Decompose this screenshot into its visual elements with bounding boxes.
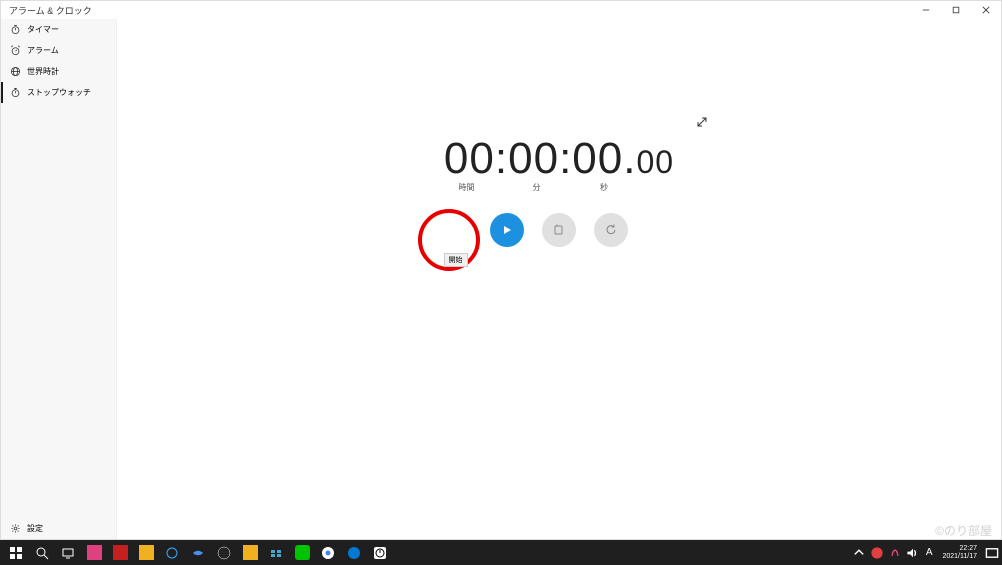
search-icon-tb[interactable] (29, 542, 55, 564)
system-tray: A 22:27 2021/11/17 (852, 545, 999, 560)
taskbar-app-12[interactable] (367, 542, 393, 564)
time-labels: 時間 分 秒 (432, 182, 687, 193)
taskbar-app-8[interactable] (263, 542, 289, 564)
taskbar-app-9[interactable] (289, 542, 315, 564)
sidebar: タイマー アラーム 世界時計 ストップウォッチ 設定 (1, 19, 117, 539)
world-clock-icon (9, 66, 21, 78)
start-button[interactable] (490, 213, 524, 247)
taskbar: A 22:27 2021/11/17 (0, 540, 1002, 565)
timer-icon (9, 24, 21, 36)
lap-button[interactable] (542, 213, 576, 247)
tray-chevron-icon[interactable] (852, 546, 866, 560)
sidebar-item-label: アラーム (27, 45, 59, 56)
sidebar-item-settings[interactable]: 設定 (1, 518, 116, 539)
sidebar-item-stopwatch[interactable]: ストップウォッチ (1, 82, 116, 103)
sidebar-item-label: ストップウォッチ (27, 87, 91, 98)
hours-value: 00 (444, 134, 495, 183)
taskbar-app-1[interactable] (81, 542, 107, 564)
minutes-value: 00 (508, 134, 559, 183)
stopwatch-icon (9, 87, 21, 99)
window-controls (911, 1, 1001, 19)
taskview-icon[interactable] (55, 542, 81, 564)
ime-indicator[interactable]: A (924, 547, 935, 558)
taskbar-app-4[interactable] (159, 542, 185, 564)
time-readout: 00:00:00.00 (432, 134, 687, 184)
app-window: アラーム & クロック タイマー アラーム 世界時計 (0, 0, 1002, 540)
hours-label: 時間 (432, 182, 502, 193)
stopwatch-controls: 開始 (432, 213, 687, 247)
taskbar-app-3[interactable] (133, 542, 159, 564)
tray-icon-2[interactable] (888, 546, 902, 560)
sidebar-item-alarm[interactable]: アラーム (1, 40, 116, 61)
taskbar-clock[interactable]: 22:27 2021/11/17 (938, 545, 981, 560)
gear-icon (9, 523, 21, 535)
maximize-button[interactable] (941, 1, 971, 19)
taskbar-time: 22:27 (942, 545, 977, 553)
taskbar-app-5[interactable] (185, 542, 211, 564)
taskbar-app-2[interactable] (107, 542, 133, 564)
stopwatch-display: 00:00:00.00 時間 分 秒 開始 (432, 134, 687, 247)
seconds-value: 00 (572, 134, 623, 183)
taskbar-date: 2021/11/17 (942, 553, 977, 561)
tray-icon-1[interactable] (870, 546, 884, 560)
speaker-icon[interactable] (906, 546, 920, 560)
seconds-label: 秒 (572, 182, 637, 193)
taskbar-app-11[interactable] (341, 542, 367, 564)
close-button[interactable] (971, 1, 1001, 19)
sidebar-item-timer[interactable]: タイマー (1, 19, 116, 40)
titlebar: アラーム & クロック (1, 1, 1001, 19)
watermark: ©のり部屋 (935, 522, 992, 539)
app-title: アラーム & クロック (9, 4, 911, 17)
alarm-icon (9, 45, 21, 57)
fraction-value: 00 (636, 144, 674, 181)
sidebar-item-label: 設定 (27, 523, 43, 534)
sidebar-item-label: タイマー (27, 24, 59, 35)
reset-button[interactable] (594, 213, 628, 247)
taskbar-app-7[interactable] (237, 542, 263, 564)
taskbar-app-10[interactable] (315, 542, 341, 564)
minimize-button[interactable] (911, 1, 941, 19)
expand-icon[interactable] (697, 114, 707, 132)
notifications-icon[interactable] (985, 546, 999, 560)
minutes-label: 分 (502, 182, 572, 193)
sidebar-item-world-clock[interactable]: 世界時計 (1, 61, 116, 82)
start-button-tb[interactable] (3, 542, 29, 564)
taskbar-app-6[interactable] (211, 542, 237, 564)
start-tooltip: 開始 (444, 253, 468, 267)
main-content: 00:00:00.00 時間 分 秒 開始 (117, 19, 1001, 539)
sidebar-item-label: 世界時計 (27, 66, 59, 77)
